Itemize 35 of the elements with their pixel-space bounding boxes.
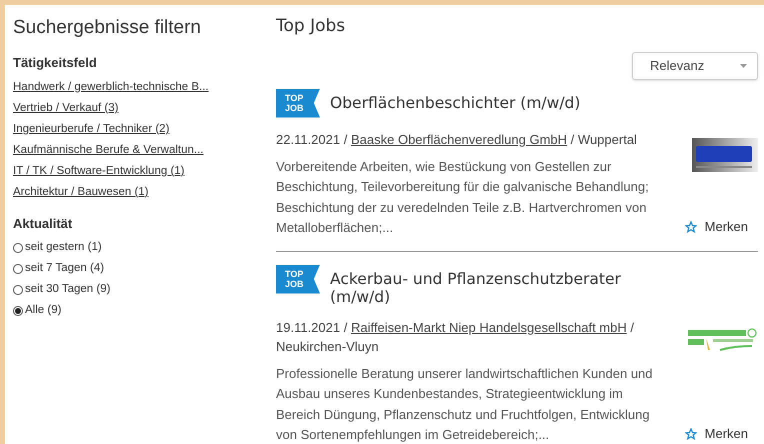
job-description: Vorbereitende Arbeiten, wie Bestückung von Gestellen zur Beschichtung, Teilevorbereitung für die galvanische Behandlung; Beschichtung der zu veredelnden Teile z.B. Hartverchromen von Metalloberflächen;... xyxy=(276,158,650,237)
category-link[interactable]: Architektur / Bauwesen (1) xyxy=(13,184,149,202)
category-link[interactable]: Kaufmännische Berufe & Verwaltun... xyxy=(13,142,204,160)
radio-label[interactable]: seit gestern (1) xyxy=(25,239,102,257)
job-meta: 19.11.2021 / Raiffeisen-Markt Niep Handelsgesellschaft mbH / Neukirchen-Vluyn xyxy=(276,318,636,356)
radio-label[interactable]: seit 7 Tagen (4) xyxy=(25,260,104,278)
radio-label[interactable]: Alle (9) xyxy=(25,302,62,320)
category-link[interactable]: Ingenieurberufe / Techniker (2) xyxy=(13,120,170,138)
section-heading: Tätigkeitsfeld xyxy=(13,54,98,72)
save-button[interactable]: Merken xyxy=(684,424,758,444)
radio-button[interactable] xyxy=(13,285,23,295)
category-link[interactable]: Handwerk / gewerblich-technische B... xyxy=(13,78,209,96)
job-title[interactable]: Oberflächenbeschichter (m/w/d) xyxy=(330,94,630,112)
results-title: Top Jobs xyxy=(276,15,346,38)
job-title[interactable]: Ackerbau- und Pflanzenschutzberater (m/w/d) xyxy=(330,270,630,306)
save-button[interactable]: Merken xyxy=(684,217,758,236)
company-logo xyxy=(692,138,758,172)
company-link[interactable]: Raiffeisen-Markt Niep Handelsgesellschaft mbH xyxy=(350,320,627,334)
radio-label[interactable]: seit 30 Tagen (9) xyxy=(25,281,110,299)
job-description: Professionelle Beratung unserer landwirtschaftlichen Kunden und Ausbau unseres Kundenbestandes, Strategieentwicklung im Bereich Düngung, Pflanzenschutz und Fruchtfolgen, Entwicklung von Sortenempfehlungen im Getreidebereich;... xyxy=(276,364,654,444)
star-icon xyxy=(684,220,697,233)
filter-title: Suchergebnisse filtern xyxy=(13,16,202,40)
caret-icon xyxy=(740,64,747,68)
category-link[interactable]: Vertrieb / Verkauf (3) xyxy=(13,100,118,118)
job-meta: 22.11.2021 / Baaske Oberflächenveredlung GmbH / Wuppertal xyxy=(276,130,638,148)
radio-button[interactable] xyxy=(13,243,23,253)
radio-button[interactable] xyxy=(13,306,23,316)
top-job-badge: TOP JOB xyxy=(276,88,320,118)
company-link[interactable]: Baaske Oberflächenveredlung GmbH xyxy=(350,132,568,146)
section-heading: Aktualität xyxy=(13,215,74,233)
radio-button[interactable] xyxy=(13,264,23,274)
sort-dropdown[interactable]: Relevanz xyxy=(632,52,758,80)
top-job-badge: TOP JOB xyxy=(276,264,320,294)
star-icon xyxy=(684,428,697,440)
category-link[interactable]: IT / TK / Software-Entwicklung (1) xyxy=(13,162,184,180)
